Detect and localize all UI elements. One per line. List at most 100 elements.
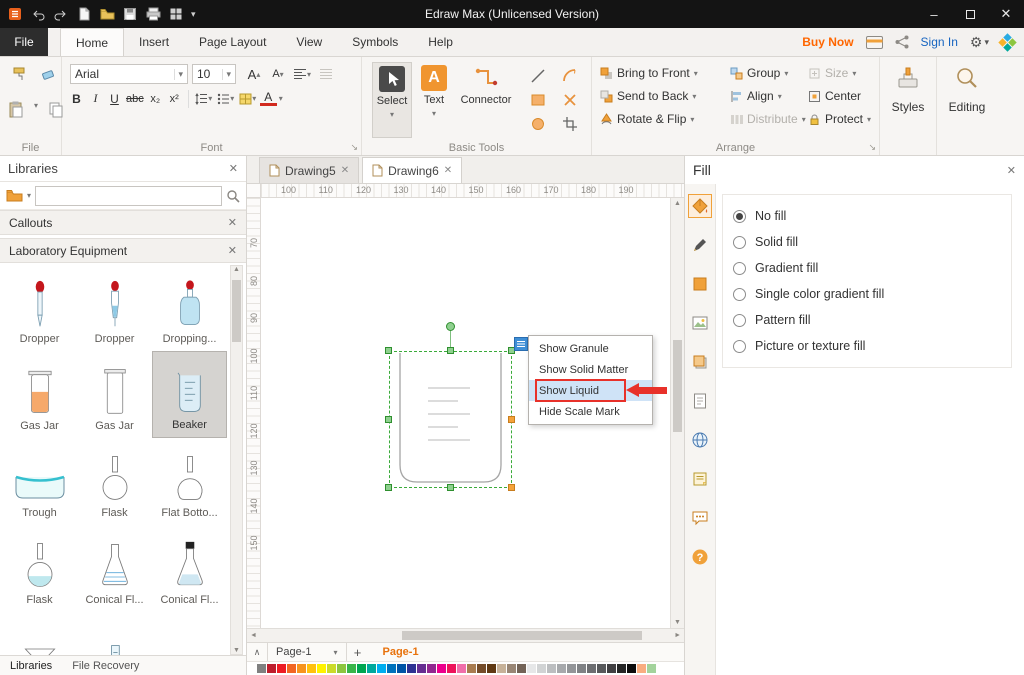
color-swatch[interactable] — [597, 664, 606, 673]
color-swatch[interactable] — [447, 664, 456, 673]
menu-tab-page-layout[interactable]: Page Layout — [184, 28, 281, 56]
strikethrough-button[interactable]: abc — [125, 89, 145, 108]
shape-icon[interactable] — [688, 272, 712, 296]
menu-tab-insert[interactable]: Insert — [124, 28, 184, 56]
library-item-beaker[interactable]: Beaker — [152, 351, 227, 438]
font-color-caret-icon[interactable]: ▾ — [279, 94, 283, 103]
color-swatch[interactable] — [347, 664, 356, 673]
arc-tool-icon[interactable] — [560, 67, 580, 85]
selection-handle[interactable] — [508, 484, 515, 491]
line-spacing-icon[interactable]: ▾ — [194, 90, 214, 108]
connector-tool-button[interactable]: Connector — [456, 62, 516, 138]
collapse-pagebar-icon[interactable]: ∧ — [247, 647, 267, 658]
radio-icon[interactable] — [733, 262, 746, 275]
fill-option-no-fill[interactable]: No fill — [733, 203, 1001, 229]
menu-tab-view[interactable]: View — [281, 28, 337, 56]
selection-handle[interactable] — [385, 416, 392, 423]
fill-option-single-color-gradient-fill[interactable]: Single color gradient fill — [733, 281, 1001, 307]
library-item-flask[interactable]: Flask — [2, 525, 77, 612]
underline-button[interactable]: U — [106, 89, 123, 108]
text-tool-button[interactable]: A Text ▾ — [416, 62, 452, 138]
document-icon[interactable] — [688, 389, 712, 413]
scroll-thumb[interactable] — [402, 631, 642, 640]
radio-icon[interactable] — [733, 236, 746, 249]
library-item-gas-jar[interactable]: Gas Jar — [77, 351, 152, 438]
picture-icon[interactable] — [688, 311, 712, 335]
color-swatch[interactable] — [357, 664, 366, 673]
scroll-down-icon[interactable]: ▼ — [671, 619, 684, 626]
color-swatch[interactable] — [587, 664, 596, 673]
radio-icon[interactable] — [733, 288, 746, 301]
protect-button[interactable]: Protect▾ — [808, 111, 878, 127]
color-swatch[interactable] — [377, 664, 386, 673]
color-swatch[interactable] — [537, 664, 546, 673]
color-swatch[interactable] — [617, 664, 626, 673]
shrink-font-button[interactable]: A▾ — [268, 65, 288, 83]
active-page-tab[interactable]: Page-1 — [369, 646, 433, 658]
font-family-select[interactable]: Arial▾ — [70, 64, 188, 84]
selection-handle[interactable] — [447, 484, 454, 491]
menu-tab-symbols[interactable]: Symbols — [337, 28, 413, 56]
context-menu-item-show-solid-matter[interactable]: Show Solid Matter — [529, 359, 652, 380]
page-selector[interactable]: Page-1 ▾ — [267, 643, 347, 661]
font-size-select[interactable]: 10▾ — [192, 64, 236, 84]
save-icon[interactable] — [122, 6, 138, 22]
libraries-close-icon[interactable]: ✕ — [229, 162, 238, 175]
radio-icon[interactable] — [733, 314, 746, 327]
color-swatch[interactable] — [557, 664, 566, 673]
open-folder-icon[interactable] — [99, 6, 115, 22]
ellipse-tool-icon[interactable] — [528, 115, 548, 133]
color-swatch[interactable] — [647, 664, 656, 673]
buy-now-link[interactable]: Buy Now — [802, 35, 853, 49]
bring-to-front-button[interactable]: Bring to Front▾ — [600, 65, 724, 81]
fill-option-gradient-fill[interactable]: Gradient fill — [733, 255, 1001, 281]
library-item-dropping-bottle[interactable]: Dropping... — [152, 264, 227, 351]
color-swatch[interactable] — [577, 664, 586, 673]
fill-bucket-icon[interactable] — [688, 194, 712, 218]
styles-button[interactable]: Styles — [880, 65, 936, 114]
eraser-icon[interactable] — [38, 65, 58, 83]
view-grid-icon[interactable] — [168, 6, 184, 22]
selection-handle[interactable] — [385, 484, 392, 491]
scroll-up-icon[interactable]: ▲ — [671, 200, 684, 207]
color-swatch[interactable] — [327, 664, 336, 673]
color-swatch[interactable] — [517, 664, 526, 673]
group-button[interactable]: Group▾ — [730, 65, 810, 81]
file-menu-button[interactable]: File — [0, 28, 48, 56]
color-swatch[interactable] — [297, 664, 306, 673]
comment-icon[interactable] — [688, 506, 712, 530]
paste-icon[interactable] — [6, 101, 26, 119]
scroll-left-icon[interactable]: ◄ — [250, 632, 257, 639]
color-swatch[interactable] — [527, 664, 536, 673]
color-swatch[interactable] — [497, 664, 506, 673]
menu-tab-help[interactable]: Help — [413, 28, 468, 56]
color-swatch[interactable] — [307, 664, 316, 673]
laboratory-equipment-close-icon[interactable]: ✕ — [228, 244, 237, 257]
library-scrollbar[interactable]: ▲ ▼ — [230, 265, 243, 655]
tab-close-icon[interactable]: ✕ — [341, 165, 349, 176]
color-swatch[interactable] — [317, 664, 326, 673]
share-icon[interactable] — [895, 35, 909, 49]
library-folder-caret-icon[interactable]: ▾ — [27, 191, 31, 200]
color-swatch[interactable] — [507, 664, 516, 673]
library-item-dropper[interactable]: Dropper — [2, 264, 77, 351]
maximize-button[interactable] — [952, 0, 988, 28]
drawing-page[interactable]: Show GranuleShow Solid MatterShow Liquid… — [261, 198, 670, 628]
minimize-button[interactable]: – — [916, 0, 952, 28]
menu-tab-home[interactable]: Home — [60, 28, 124, 56]
new-document-icon[interactable] — [76, 6, 92, 22]
bullet-list-icon[interactable]: ▾ — [216, 90, 236, 108]
rectangle-tool-icon[interactable] — [528, 91, 548, 109]
color-swatch[interactable] — [367, 664, 376, 673]
scroll-thumb[interactable] — [232, 280, 241, 342]
rotation-handle[interactable] — [446, 322, 455, 331]
bold-button[interactable]: B — [68, 89, 85, 108]
grow-font-button[interactable]: A▴ — [244, 65, 264, 83]
scroll-right-icon[interactable]: ► — [674, 632, 681, 639]
subscript-button[interactable]: x₂ — [147, 89, 164, 108]
color-swatch[interactable] — [467, 664, 476, 673]
library-item-flat-bottom-flask[interactable]: Flat Botto... — [152, 438, 227, 525]
center-button[interactable]: Center — [808, 88, 878, 104]
footer-tab-file-recovery[interactable]: File Recovery — [72, 660, 139, 672]
color-swatch[interactable] — [427, 664, 436, 673]
